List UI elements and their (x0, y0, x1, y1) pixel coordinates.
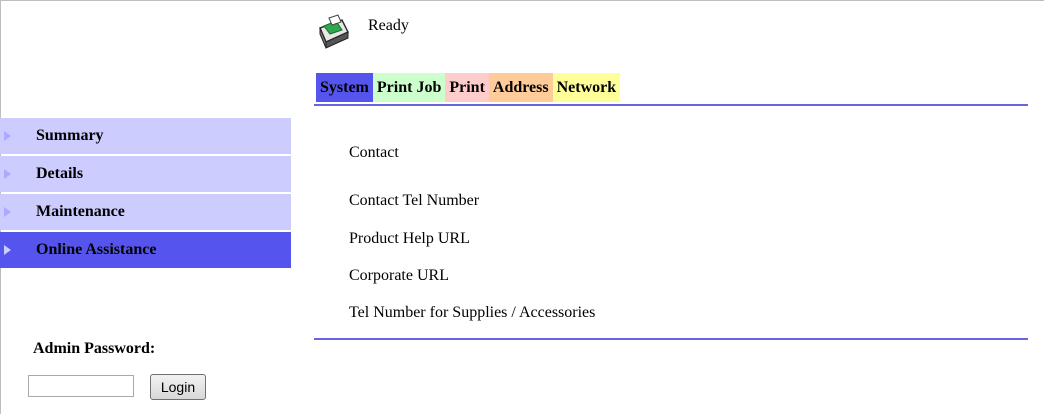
admin-password-label: Admin Password: (33, 340, 156, 357)
corporate-url-label: Corporate URL (349, 267, 449, 284)
contact-tel-number-label: Contact Tel Number (349, 192, 480, 209)
arrow-right-icon (4, 169, 11, 179)
login-button[interactable]: Login (150, 374, 206, 400)
tab-system[interactable]: System (316, 73, 373, 102)
sidebar-item-maintenance[interactable]: Maintenance (0, 194, 291, 230)
sidebar-item-label: Maintenance (36, 203, 125, 220)
arrow-right-icon (4, 207, 11, 217)
sidebar-item-label: Summary (36, 127, 104, 144)
contact-label: Contact (349, 144, 399, 161)
tab-print-job[interactable]: Print Job (372, 73, 446, 102)
admin-password-input[interactable] (28, 375, 134, 397)
tab-print[interactable]: Print (445, 73, 489, 102)
tab-underline-divider (314, 104, 1028, 106)
tab-address[interactable]: Address (488, 73, 553, 102)
arrow-right-icon (4, 131, 11, 141)
content-bottom-divider (314, 338, 1028, 340)
sidebar-item-online-assistance[interactable]: Online Assistance (0, 232, 291, 268)
sidebar-item-details[interactable]: Details (0, 156, 291, 192)
frame-top-border (0, 0, 1044, 1)
tel-number-supplies-label: Tel Number for Supplies / Accessories (349, 304, 596, 321)
printer-icon (318, 14, 350, 49)
sidebar-item-label: Details (36, 165, 84, 182)
sidebar-item-summary[interactable]: Summary (0, 118, 291, 154)
product-help-url-label: Product Help URL (349, 230, 470, 247)
tab-network[interactable]: Network (552, 73, 621, 102)
sidebar-menu: Summary Details Maintenance Online Assis… (0, 118, 291, 270)
status-text: Ready (368, 17, 409, 34)
tab-bar: System Print Job Print Address Network (316, 73, 621, 102)
sidebar-item-label: Online Assistance (36, 241, 157, 258)
arrow-right-icon (4, 245, 11, 255)
